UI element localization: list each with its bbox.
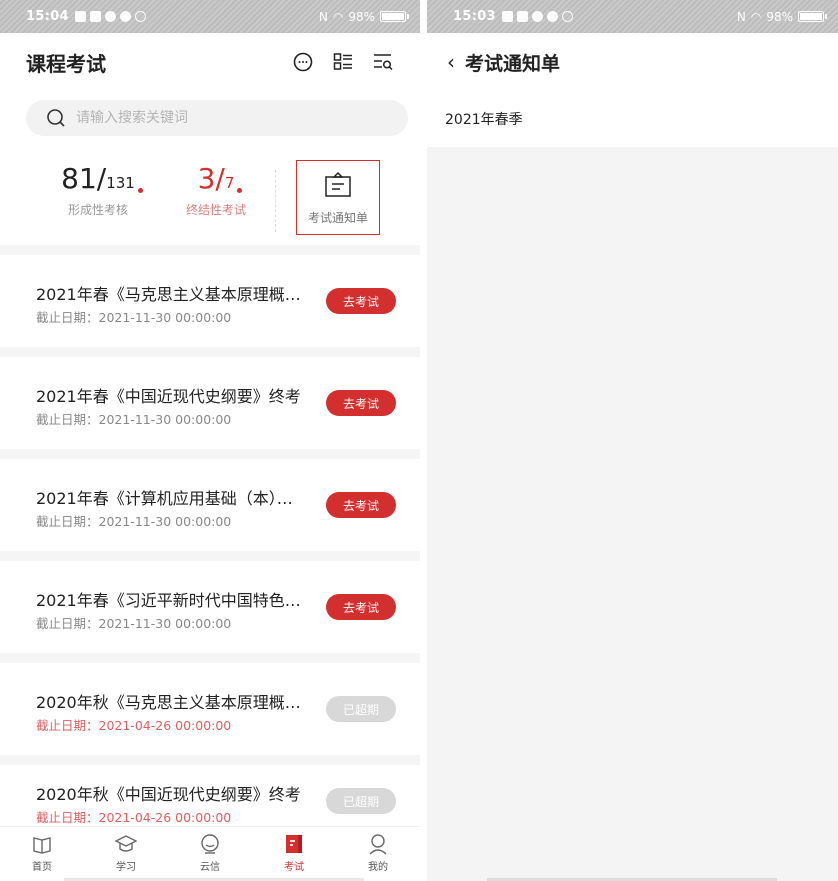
status-time: 15:04: [26, 9, 69, 24]
app-icon: [546, 11, 558, 22]
status-bar: 15:04 N ◠ 98%: [0, 0, 420, 33]
exam-deadline: 截止日期：2021-11-30 00:00:00: [36, 412, 232, 427]
take-exam-button[interactable]: 去考试: [326, 390, 396, 416]
exam-title: 2021年春《中国近现代史纲要》终考: [36, 387, 301, 406]
exam-title: 2020年秋《马克思主义基本原理概论》终考: [36, 693, 306, 712]
exam-title: 2021年春《马克思主义基本原理概论》终考: [36, 285, 306, 304]
category-list-icon[interactable]: [332, 51, 354, 73]
separator: [0, 347, 420, 357]
wifi-icon: ◠: [750, 9, 762, 24]
exam-item[interactable]: 2021年春《中国近现代史纲要》终考 截止日期：2021-11-30 00:00…: [0, 357, 420, 449]
separator: [0, 653, 420, 663]
tab-profile[interactable]: 我的: [336, 827, 420, 881]
take-exam-button[interactable]: 去考试: [326, 594, 396, 620]
chat-bubble-icon: [201, 834, 219, 854]
page-title: 课程考试: [26, 51, 106, 76]
exam-title: 2021年春《计算机应用基础（本）》终考: [36, 489, 306, 508]
separator: [0, 551, 420, 561]
screenshot-divider: [420, 0, 427, 881]
exam-item[interactable]: 2021年春《习近平新时代中国特色社会主义思想》终考 截止日期：2021-11-…: [0, 561, 420, 653]
summative-count: 3/7: [198, 162, 243, 195]
notification-icons: [501, 11, 573, 22]
network-label: N: [318, 9, 328, 24]
wifi-icon: ◠: [332, 9, 344, 24]
clock-icon: [134, 11, 146, 22]
expired-button[interactable]: 已超期: [326, 696, 396, 722]
exam-deadline: 截止日期：2021-11-30 00:00:00: [36, 616, 232, 631]
tab-home[interactable]: 首页: [0, 827, 84, 881]
status-time: 15:03: [453, 9, 496, 24]
network-label: N: [736, 9, 746, 24]
page-header: 课程考试: [0, 33, 420, 91]
battery-icon: [798, 11, 827, 22]
notification-icon: [501, 11, 513, 22]
tab-label: 考试: [284, 862, 304, 873]
battery-percent: 98%: [348, 9, 375, 24]
notice-content-area: [427, 147, 838, 881]
formative-count: 81/131: [61, 162, 143, 195]
book-open-icon: [33, 837, 51, 854]
exam-notice-screen: 15:03 N ◠ 98% ‹ 考试通知单 2021年春季: [427, 0, 838, 881]
stats-row: 81/131 形成性考核 3/7 终结性考试 考试通知单: [0, 150, 420, 242]
tab-label: 云信: [200, 862, 220, 873]
bell-icon: [104, 11, 116, 22]
page-header: ‹ 考试通知单: [427, 33, 838, 91]
separator: [0, 245, 420, 255]
exam-deadline: 截止日期：2021-04-26 00:00:00: [36, 718, 232, 733]
status-bar: 15:03 N ◠ 98%: [427, 0, 838, 33]
tab-exam[interactable]: 考试: [252, 827, 336, 881]
chat-icon[interactable]: [292, 51, 314, 73]
back-icon[interactable]: ‹: [447, 50, 455, 74]
expired-button[interactable]: 已超期: [326, 788, 396, 814]
bell-icon: [531, 11, 543, 22]
notification-icon: [74, 11, 86, 22]
message-icon: [516, 11, 528, 22]
exam-item[interactable]: 2021年春《马克思主义基本原理概论》终考 截止日期：2021-11-30 00…: [0, 255, 420, 347]
tab-study[interactable]: 学习: [84, 827, 168, 881]
tab-label: 学习: [116, 862, 136, 873]
season-label: 2021年春季: [427, 91, 838, 147]
separator: [0, 449, 420, 459]
take-exam-button[interactable]: 去考试: [326, 288, 396, 314]
exam-title: 2020年秋《中国近现代史纲要》终考: [36, 785, 301, 804]
exam-notice-button[interactable]: 考试通知单: [296, 160, 380, 235]
page-title: 考试通知单: [465, 52, 561, 75]
exam-deadline: 截止日期：2021-11-30 00:00:00: [36, 310, 232, 325]
exam-deadline: 截止日期：2021-04-26 00:00:00: [36, 810, 232, 825]
exam-notice-label: 考试通知单: [307, 211, 368, 225]
search-icon: [47, 109, 65, 127]
summative-stat[interactable]: 3/7 终结性考试: [146, 162, 286, 218]
exam-item[interactable]: 2021年春《计算机应用基础（本）》终考 截止日期：2021-11-30 00:…: [0, 459, 420, 551]
clock-icon: [561, 11, 573, 22]
user-icon: [369, 834, 387, 855]
app-icon: [119, 11, 131, 22]
exam-deadline: 截止日期：2021-11-30 00:00:00: [36, 514, 232, 529]
battery-percent: 98%: [766, 9, 793, 24]
exam-list-screen: 15:04 N ◠ 98% 课程考试 81/131 形成性考核: [0, 0, 420, 881]
search-input[interactable]: [76, 110, 356, 126]
battery-icon: [380, 11, 409, 22]
exam-doc-icon: [286, 835, 302, 853]
exam-item[interactable]: 2020年秋《马克思主义基本原理概论》终考 截止日期：2021-04-26 00…: [0, 663, 420, 755]
filter-search-icon[interactable]: [372, 51, 394, 73]
exam-notice-icon: [325, 171, 351, 197]
exam-title: 2021年春《习近平新时代中国特色社会主义思想》终考: [36, 591, 306, 610]
bottom-tab-bar: 首页 学习 云信 考试 我的: [0, 826, 420, 881]
graduation-cap-icon: [115, 835, 137, 852]
take-exam-button[interactable]: 去考试: [326, 492, 396, 518]
tab-label: 首页: [32, 862, 52, 873]
tab-messages[interactable]: 云信: [168, 827, 252, 881]
tab-label: 我的: [368, 862, 388, 873]
notification-icons: [74, 11, 146, 22]
stats-divider: [275, 170, 276, 232]
message-icon: [89, 11, 101, 22]
summative-label: 终结性考试: [185, 203, 246, 217]
search-bar[interactable]: [26, 100, 408, 136]
